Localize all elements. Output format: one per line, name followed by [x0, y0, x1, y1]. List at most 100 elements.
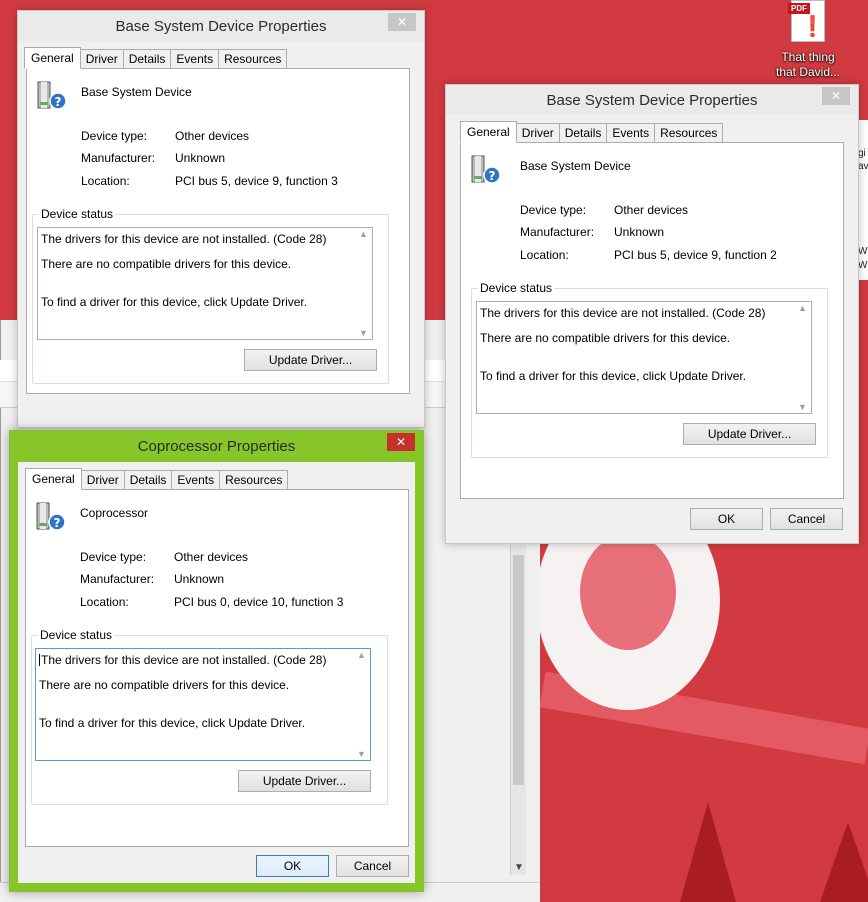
dialog-client: General Driver Details Events Resources … [18, 41, 424, 427]
tab-strip: General Driver Details Events Resources [460, 121, 724, 143]
background-window-scrollbar[interactable]: ▼ [510, 545, 526, 875]
ok-button[interactable]: OK [256, 855, 329, 877]
device-name: Coprocessor [80, 506, 149, 520]
close-button[interactable]: ✕ [822, 87, 850, 105]
wallpaper-ring-center [580, 534, 676, 650]
tab-details[interactable]: Details [123, 49, 172, 69]
update-driver-button[interactable]: Update Driver... [683, 423, 816, 445]
partial-desktop-icon-labels: gi av W W [858, 120, 868, 280]
manufacturer-value: Unknown [175, 151, 226, 165]
manufacturer-value: Unknown [174, 572, 225, 586]
status-line: To find a driver for this device, click … [41, 295, 308, 309]
tab-events[interactable]: Events [171, 49, 220, 69]
partial-label: av [858, 161, 868, 172]
status-line: There are no compatible drivers for this… [41, 257, 292, 271]
unknown-device-icon: ? [36, 80, 68, 112]
svg-text:?: ? [489, 169, 496, 183]
base-system-device-dialog-fn2[interactable]: Base System Device Properties ✕ General … [445, 84, 859, 544]
device-status-textbox[interactable]: The drivers for this device are not inst… [37, 227, 373, 340]
general-panel: ? Coprocessor Device type: Other devices… [25, 489, 409, 847]
device-type-label: Device type: [80, 550, 147, 564]
pdf-file-icon: PDF ❗ [788, 0, 825, 42]
scroll-down-arrow-icon[interactable]: ▼ [514, 862, 524, 873]
device-type-value: Other devices [175, 129, 250, 143]
tab-resources[interactable]: Resources [220, 470, 289, 490]
close-icon: ✕ [830, 89, 842, 103]
location-label: Location: [80, 595, 129, 609]
unknown-device-icon: ? [470, 154, 502, 186]
tab-general[interactable]: General [25, 468, 82, 490]
tab-events[interactable]: Events [172, 470, 221, 490]
device-name: Base System Device [520, 159, 631, 173]
partial-label: W [858, 260, 868, 271]
status-line: The drivers for this device are not inst… [41, 653, 327, 667]
general-panel: ? Base System Device Device type: Other … [26, 68, 410, 394]
dialog-title: Coprocessor Properties [137, 438, 296, 455]
update-driver-button[interactable]: Update Driver... [244, 349, 377, 371]
tab-details[interactable]: Details [124, 470, 173, 490]
base-system-device-dialog-fn3[interactable]: Base System Device Properties ✕ General … [17, 10, 425, 428]
scroll-up-arrow-icon[interactable]: ▲ [353, 650, 370, 660]
scroll-down-arrow-icon[interactable]: ▼ [794, 402, 811, 412]
device-type-label: Device type: [81, 129, 148, 143]
scroll-down-arrow-icon[interactable]: ▼ [355, 328, 372, 338]
dialog-title: Base System Device Properties [115, 18, 327, 35]
ok-button[interactable]: OK [690, 508, 763, 530]
status-scrollbar[interactable]: ▲ ▼ [794, 302, 811, 413]
scroll-down-arrow-icon[interactable]: ▼ [353, 749, 370, 759]
partial-label: gi [858, 148, 866, 159]
manufacturer-label: Manufacturer: [80, 572, 155, 586]
device-status-textbox[interactable]: The drivers for this device are not inst… [476, 301, 812, 414]
title-bar[interactable]: Coprocessor Properties ✕ [10, 431, 423, 461]
close-button[interactable]: ✕ [388, 13, 416, 31]
wallpaper-spike [680, 802, 736, 902]
device-status-group: Device status The drivers for this devic… [31, 628, 388, 805]
status-scrollbar[interactable]: ▲ ▼ [353, 649, 370, 760]
coprocessor-properties-dialog[interactable]: Coprocessor Properties ✕ General Driver … [9, 430, 424, 892]
device-name: Base System Device [81, 85, 192, 99]
status-line: There are no compatible drivers for this… [39, 678, 290, 692]
cancel-button[interactable]: Cancel [770, 508, 843, 530]
manufacturer-label: Manufacturer: [81, 151, 156, 165]
title-bar[interactable]: Base System Device Properties ✕ [446, 85, 858, 115]
unknown-device-icon: ? [35, 501, 67, 533]
status-line: To find a driver for this device, click … [480, 369, 747, 383]
tab-events[interactable]: Events [607, 123, 656, 143]
device-status-legend: Device status [38, 628, 115, 642]
close-button[interactable]: ✕ [387, 433, 415, 451]
wallpaper-spike [820, 822, 868, 902]
tab-general[interactable]: General [24, 47, 81, 69]
tab-resources[interactable]: Resources [655, 123, 724, 143]
pdf-badge: PDF [788, 3, 810, 14]
location-value: PCI bus 5, device 9, function 3 [175, 174, 338, 188]
cancel-button[interactable]: Cancel [336, 855, 409, 877]
svg-text:?: ? [54, 516, 61, 530]
scroll-thumb[interactable] [513, 555, 524, 785]
tab-driver[interactable]: Driver [81, 470, 125, 490]
device-type-value: Other devices [614, 203, 689, 217]
scroll-up-arrow-icon[interactable]: ▲ [794, 303, 811, 313]
dialog-title: Base System Device Properties [546, 92, 758, 109]
close-icon: ✕ [395, 435, 407, 449]
status-scrollbar[interactable]: ▲ ▼ [355, 228, 372, 339]
device-status-group: Device status The drivers for this devic… [471, 281, 828, 458]
tab-driver[interactable]: Driver [516, 123, 560, 143]
tab-details[interactable]: Details [559, 123, 608, 143]
device-status-legend: Device status [478, 281, 555, 295]
location-value: PCI bus 0, device 10, function 3 [174, 595, 344, 609]
manufacturer-label: Manufacturer: [520, 225, 595, 239]
device-status-textbox[interactable]: The drivers for this device are not inst… [35, 648, 371, 761]
desktop-icon-pdf[interactable]: PDF ❗ That thing that David... [768, 0, 848, 80]
tab-strip: General Driver Details Events Resources [24, 47, 288, 69]
title-bar[interactable]: Base System Device Properties ✕ [18, 11, 424, 41]
device-status-group: Device status The drivers for this devic… [32, 207, 389, 384]
tab-driver[interactable]: Driver [80, 49, 124, 69]
partial-label: W [858, 246, 868, 257]
status-line: There are no compatible drivers for this… [480, 331, 731, 345]
device-type-label: Device type: [520, 203, 587, 217]
scroll-up-arrow-icon[interactable]: ▲ [355, 229, 372, 239]
tab-general[interactable]: General [460, 121, 517, 143]
manufacturer-value: Unknown [614, 225, 665, 239]
tab-resources[interactable]: Resources [219, 49, 288, 69]
update-driver-button[interactable]: Update Driver... [238, 770, 371, 792]
